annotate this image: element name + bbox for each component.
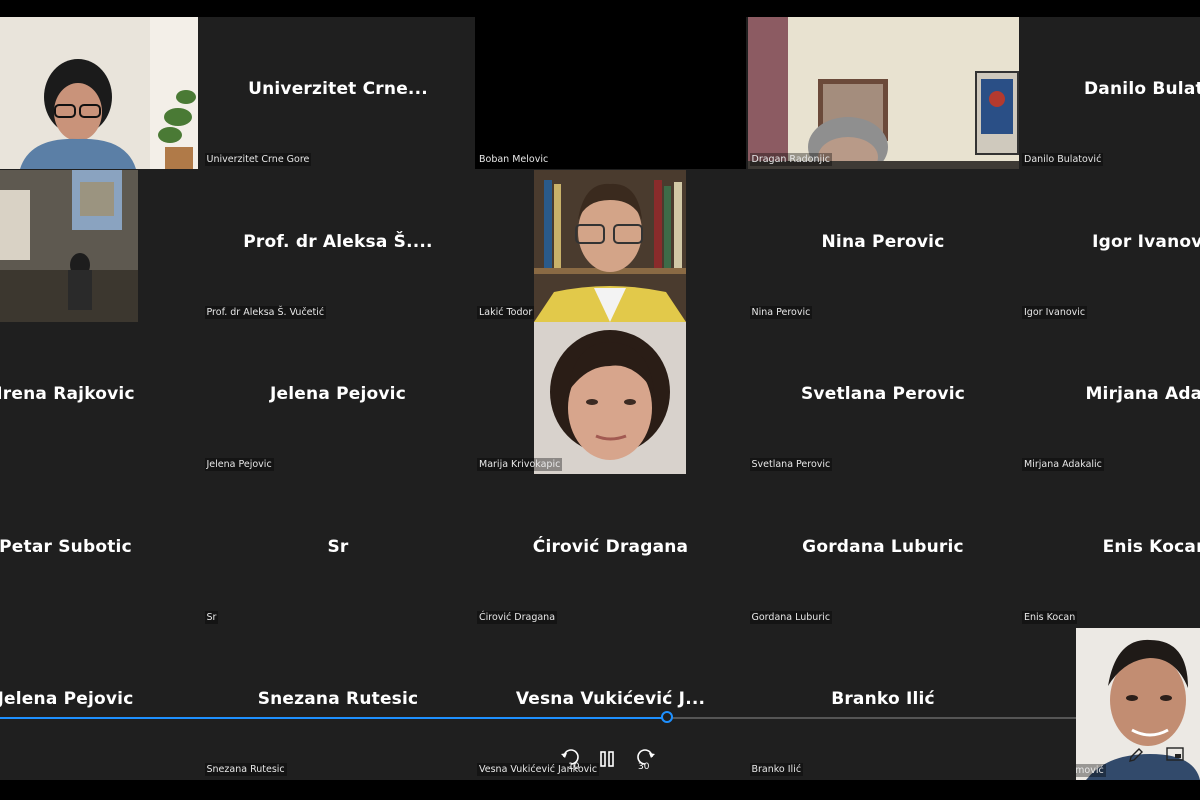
participant-name-large: Snezana Rutesic (257, 689, 419, 710)
picture-in-picture-button[interactable] (1166, 747, 1184, 766)
participant-name-label: Svetlana Perovic (749, 458, 833, 472)
progress-bar[interactable] (0, 711, 1200, 723)
participant-name-large: Branko Ilić (831, 689, 935, 710)
participant-name-large: Gordana Luburic (802, 536, 964, 557)
rewind-10-button[interactable]: 10 (560, 748, 582, 777)
participant-name-label: Enis Kocan (1022, 610, 1078, 624)
participant-tile-branko-ilic[interactable]: Branko Ilić Branko Ilić (747, 627, 1019, 780)
participant-name-large: Nina Perovic (821, 231, 945, 252)
participant-video (0, 169, 138, 322)
progress-fill (0, 717, 668, 719)
participant-tile-igor-ivanovic[interactable]: Igor Ivanovic Igor Ivanovic (1020, 169, 1200, 322)
participant-name-label: Snezana Rutesic (204, 763, 287, 777)
participant-grid: Univerzitet Crne... Univerzitet Crne Gore… (0, 17, 1200, 780)
participant-tile-jelena-pejovic[interactable]: Jelena Pejovic (0, 627, 201, 780)
forward-30-icon: 30 (637, 749, 655, 772)
participant-name-label: Jelena Pejovic (204, 458, 274, 472)
participant-tile-univerzitet-crne-gore[interactable]: Univerzitet Crne... Univerzitet Crne Gore (202, 17, 474, 169)
svg-text:30: 30 (638, 762, 650, 772)
participant-name-large: Vesna Vukićević J... (515, 689, 706, 710)
participant-name-large: Svetlana Perovic (800, 384, 965, 405)
participant-video (534, 322, 686, 475)
participant-name-label: Dragan Radonjic (749, 153, 833, 166)
participant-name-label: Danilo Bulatović (1022, 153, 1104, 166)
participant-name-label: Prof. dr Aleksa Š. Vučetić (204, 305, 327, 319)
participant-tile-participant-1[interactable] (0, 17, 201, 169)
participant-name-large: Enis Kocan (1102, 536, 1200, 557)
participant-tile-svetlana-perovic[interactable]: Svetlana Perovic Svetlana Perovic (747, 322, 1019, 475)
participant-tile-jelena-pejovic[interactable]: Jelena Pejovic Jelena Pejovic (202, 322, 474, 475)
participant-name-large: Igor Ivanovic (1092, 231, 1200, 252)
participant-tile-petar-subotic[interactable]: Petar Subotic (0, 474, 201, 627)
participant-tile-snezana-rutesic[interactable]: Snezana Rutesic Snezana Rutesic (202, 627, 474, 780)
participant-name-label: Mirjana Adakalic (1022, 458, 1104, 472)
participant-tile-boban-melovic[interactable]: Boban Melovic (475, 17, 746, 169)
participant-name-label: Gordana Luburic (749, 610, 833, 624)
svg-text:10: 10 (568, 762, 580, 772)
participant-name-large: Jelena Pejovic (270, 384, 406, 405)
participant-tile-cirovic-dragana[interactable]: Ćirović Dragana Ćirović Dragana (475, 474, 746, 627)
participant-tile-danilo-bulatovic[interactable]: Danilo Bulatov Danilo Bulatović (1020, 17, 1200, 169)
self-view-tile[interactable]: Marijan Premović (1076, 628, 1200, 780)
participant-name-label: Boban Melovic (477, 153, 551, 166)
participant-name-label: Lakić Todor (477, 305, 535, 319)
participant-name-large: Jelena Pejovic (0, 689, 134, 710)
pause-button[interactable] (599, 751, 615, 772)
participant-video (534, 169, 686, 322)
participant-name-label: Igor Ivanovic (1022, 305, 1088, 319)
participant-tile-irena-rajkovic[interactable]: Irena Rajkovic (0, 322, 201, 475)
participant-name-large: Petar Subotic (0, 536, 132, 557)
participant-name-label: Nina Perovic (749, 305, 813, 319)
participant-name-large: Prof. dr Aleksa Š.... (243, 231, 433, 252)
bottom-bar (0, 780, 1200, 800)
participant-tile-mirjana-adakalic[interactable]: Mirjana Adaka Mirjana Adakalic (1020, 322, 1200, 475)
participant-name-label: Univerzitet Crne Gore (204, 153, 312, 166)
participant-name-large: Irena Rajkovic (0, 384, 135, 405)
pencil-icon (1129, 748, 1143, 762)
participant-name-label: Marijan Premović (1076, 764, 1106, 777)
participant-tile-prof-dr-aleksa-s-vucetic[interactable]: Prof. dr Aleksa Š.... Prof. dr Aleksa Š. … (202, 169, 474, 322)
participant-tile-sr[interactable]: Sr Sr (202, 474, 474, 627)
participant-tile-gordana-luburic[interactable]: Gordana Luburic Gordana Luburic (747, 474, 1019, 627)
participant-tile-marija-krivokapic[interactable]: Marija Krivokapic (475, 322, 746, 475)
participant-name-large: Sr (327, 536, 349, 557)
forward-30-button[interactable]: 30 (634, 748, 656, 777)
participant-tile-dragan-radonjic[interactable]: Dragan Radonjic (747, 17, 1019, 169)
participant-tile-participant-6[interactable] (0, 169, 201, 322)
participant-name-label: Sr (204, 610, 219, 624)
pause-icon (600, 751, 614, 767)
participant-tile-enis-kocan[interactable]: Enis Kocan Enis Kocan (1020, 474, 1200, 627)
participant-name-label: Branko Ilić (749, 763, 804, 777)
participant-name-large: Mirjana Adaka (1085, 384, 1200, 405)
participant-name-large: Danilo Bulatov (1084, 79, 1200, 99)
pencil-button[interactable] (1128, 747, 1144, 768)
participant-name-large: Ćirović Dragana (532, 536, 689, 557)
rewind-10-icon: 10 (561, 749, 580, 772)
participant-video (747, 17, 1019, 169)
participant-name-large: Univerzitet Crne... (248, 79, 428, 99)
participant-tile-nina-perovic[interactable]: Nina Perovic Nina Perovic (747, 169, 1019, 322)
participant-name-label: Marija Krivokapic (477, 458, 563, 472)
picture-in-picture-icon (1166, 747, 1184, 761)
participant-name-label: Ćirović Dragana (477, 610, 558, 624)
participant-video (0, 17, 198, 169)
participant-tile-lakic-todor[interactable]: Lakić Todor (475, 169, 746, 322)
